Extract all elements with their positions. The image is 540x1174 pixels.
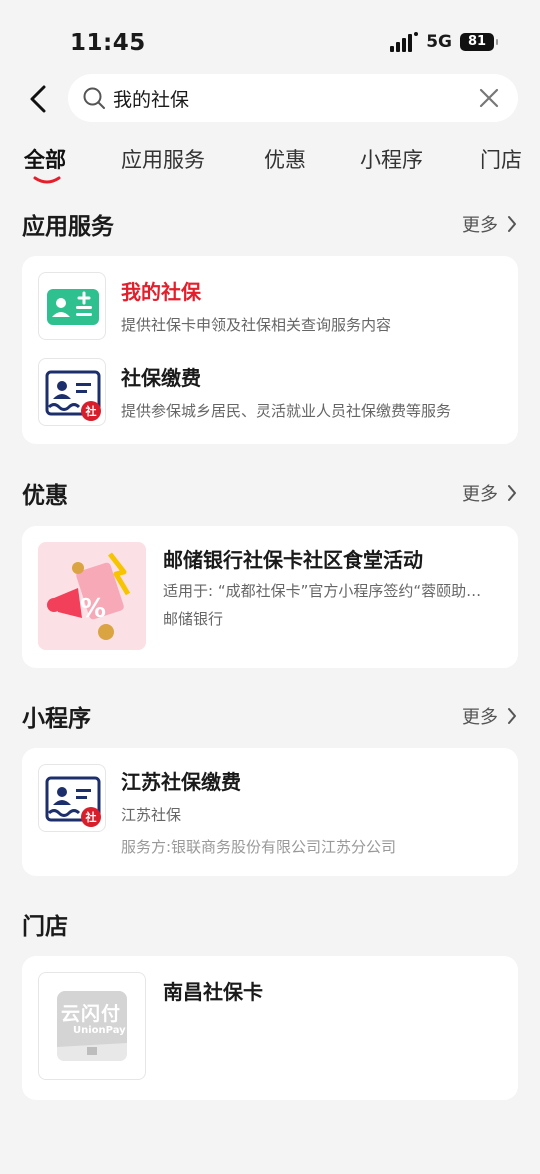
- service-provider: 服务方:银联商务股份有限公司江苏分公司: [121, 838, 397, 856]
- social-security-card-icon: 社: [38, 764, 106, 832]
- search-input[interactable]: 我的社保: [68, 74, 518, 122]
- badge-text: 社: [85, 405, 97, 418]
- search-query: 我的社保: [113, 89, 190, 111]
- tab-app-services[interactable]: 应用服务: [121, 144, 205, 174]
- item-desc: 提供参保城乡居民、灵活就业人员社保缴费等服务: [121, 402, 452, 420]
- category-tabs: 全部 应用服务 优惠 小程序 门店: [0, 136, 540, 186]
- search-icon: [83, 87, 105, 109]
- tab-offers[interactable]: 优惠: [264, 144, 306, 174]
- more-services-button[interactable]: 更多: [462, 211, 518, 237]
- chevron-left-icon: [30, 85, 46, 113]
- item-title: 邮储银行社保卡社区食堂活动: [163, 548, 423, 572]
- network-type: 5G: [426, 32, 452, 52]
- status-indicators: 5G 81: [390, 32, 498, 52]
- more-mini-programs-button[interactable]: 更多: [462, 703, 518, 729]
- tab-mini-programs[interactable]: 小程序: [360, 144, 423, 174]
- item-title: 社保缴费: [121, 366, 201, 390]
- search-header: 我的社保: [0, 74, 540, 124]
- item-desc: 提供社保卡申领及社保相关查询服务内容: [121, 316, 392, 334]
- chevron-right-icon: [508, 216, 516, 232]
- promo-discount-icon: %: [38, 542, 146, 650]
- chevron-right-icon: [508, 485, 516, 501]
- more-offers-button[interactable]: 更多: [462, 480, 518, 506]
- battery-level: 81: [467, 34, 487, 49]
- services-card: 我的社保 提供社保卡申领及社保相关查询服务内容 社 社保缴费 提供参保城乡居民、…: [22, 256, 518, 444]
- item-title: 我的社保: [121, 280, 201, 304]
- item-title: 江苏社保缴费: [121, 770, 241, 794]
- section-title-services: 应用服务: [22, 214, 114, 240]
- tab-all[interactable]: 全部: [24, 144, 66, 174]
- tab-stores[interactable]: 门店: [480, 144, 522, 174]
- merchant-name: 邮储银行: [163, 610, 224, 628]
- mini-programs-card: 社 江苏社保缴费 江苏社保 服务方:银联商务股份有限公司江苏分公司: [22, 748, 518, 876]
- signal-icon: [390, 32, 419, 52]
- chevron-right-icon: [508, 708, 516, 724]
- section-title-offers: 优惠: [22, 483, 68, 509]
- clear-icon[interactable]: [478, 87, 500, 109]
- logo-subtext: UnionPay: [73, 1025, 126, 1036]
- battery-icon: 81: [460, 33, 498, 51]
- item-title: 南昌社保卡: [163, 980, 263, 1004]
- section-title-stores: 门店: [22, 914, 68, 940]
- status-time: 11:45: [70, 30, 146, 56]
- badge-text: 社: [85, 811, 97, 824]
- back-button[interactable]: [24, 82, 54, 116]
- offers-card: % 邮储银行社保卡社区食堂活动 适用于: “成都社保卡”官方小程序签约“蓉颐助……: [22, 526, 518, 668]
- social-security-card-icon: 社: [38, 358, 106, 426]
- item-sub: 江苏社保: [121, 806, 182, 824]
- item-desc: 适用于: “成都社保卡”官方小程序签约“蓉颐助…: [163, 582, 482, 600]
- unionpay-logo-icon: 云闪付 UnionPay: [38, 972, 146, 1080]
- svg-text:%: %: [80, 594, 106, 624]
- more-label: 更多: [462, 215, 498, 236]
- status-bar: 11:45 5G 81: [0, 0, 540, 80]
- section-title-mini-programs: 小程序: [22, 706, 91, 732]
- id-card-add-icon: [38, 272, 106, 340]
- logo-text: 云闪付: [61, 1003, 122, 1025]
- more-label: 更多: [462, 484, 498, 505]
- tab-active-indicator: [33, 176, 61, 184]
- more-label: 更多: [462, 707, 498, 728]
- stores-card: 云闪付 UnionPay 南昌社保卡: [22, 956, 518, 1100]
